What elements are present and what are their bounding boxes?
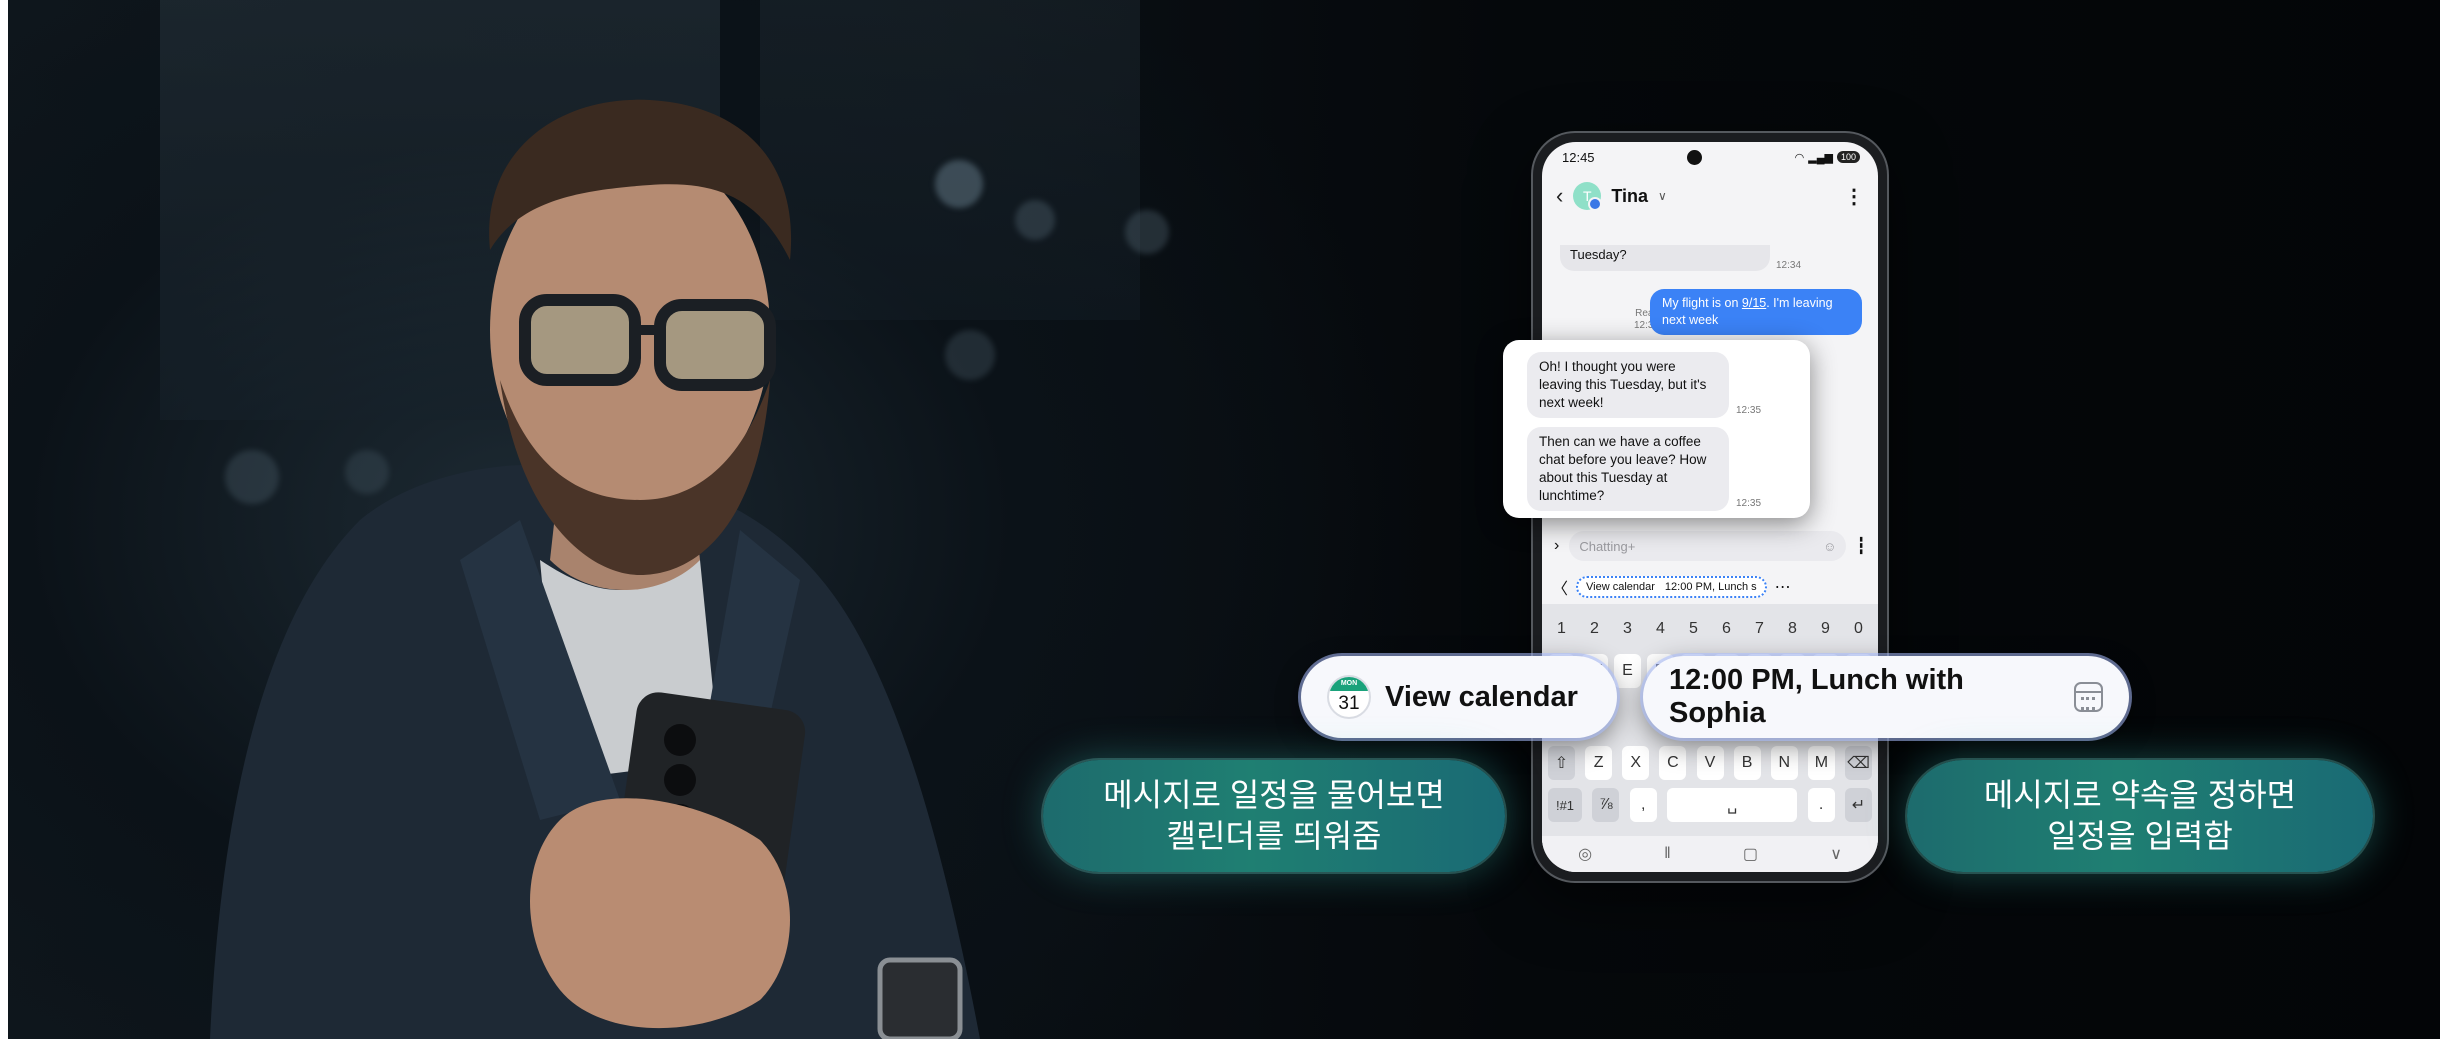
bottom-key-row: !#1 ⅞ , ␣ . ↵: [1548, 788, 1872, 822]
image-border: [0, 0, 8, 1039]
key[interactable]: B: [1733, 746, 1761, 780]
input-placeholder: Chatting+: [1579, 538, 1636, 554]
key[interactable]: 8: [1779, 612, 1806, 646]
mic-icon[interactable]: ◎: [1578, 844, 1592, 864]
recents-icon[interactable]: ‖: [1664, 845, 1671, 863]
expand-icon[interactable]: ›: [1554, 537, 1559, 555]
key[interactable]: 5: [1680, 612, 1707, 646]
caption-left: 메시지로 일정을 물어보면 캘린더를 띄워줌: [1043, 760, 1505, 872]
date-link[interactable]: 9/15: [1742, 296, 1766, 310]
compose-bar: › Chatting+ ☺ ┇: [1542, 528, 1878, 564]
more-options-icon[interactable]: ⋮: [1844, 184, 1864, 209]
hide-keyboard-icon[interactable]: ∨: [1830, 844, 1842, 864]
suggestion-chips: View calendar 12:00 PM, Lunch s: [1576, 576, 1767, 598]
backspace-key-icon[interactable]: ⌫: [1845, 746, 1872, 780]
status-icons: ◠ ▂▄▆ 100: [1795, 151, 1860, 164]
sticker-icon[interactable]: ☺: [1823, 539, 1836, 554]
key[interactable]: N: [1770, 746, 1798, 780]
key[interactable]: 4: [1647, 612, 1674, 646]
outgoing-message[interactable]: My flight is on 9/15. I'm leaving next w…: [1650, 289, 1862, 335]
chevron-down-icon[interactable]: ∨: [1658, 189, 1667, 203]
front-camera: [1687, 149, 1703, 165]
enter-key-icon[interactable]: ↵: [1844, 788, 1872, 822]
suggestion-event[interactable]: 12:00 PM, Lunch s: [1665, 581, 1757, 593]
key[interactable]: 3: [1614, 612, 1641, 646]
outgoing-text-prefix: My flight is on: [1662, 296, 1742, 310]
incoming-message[interactable]: Tuesday?: [1560, 245, 1770, 271]
message-input[interactable]: Chatting+ ☺: [1569, 531, 1847, 561]
incoming-message[interactable]: Then can we have a coffee chat before yo…: [1527, 427, 1729, 511]
caption-left-line2: 캘린더를 띄워줌: [1166, 818, 1382, 854]
shift-key-icon[interactable]: ⇧: [1548, 746, 1575, 780]
wifi-icon: ◠: [1794, 151, 1805, 164]
background-photo: [0, 0, 2440, 1039]
calendar-app-icon: MON 31: [1327, 675, 1371, 719]
key[interactable]: Z: [1585, 746, 1613, 780]
key[interactable]: 2: [1581, 612, 1608, 646]
key[interactable]: 7: [1746, 612, 1773, 646]
comma-key[interactable]: ,: [1629, 788, 1657, 822]
key[interactable]: E: [1614, 654, 1641, 688]
caption-left-line1: 메시지로 일정을 물어보면: [1103, 777, 1445, 813]
key[interactable]: C: [1659, 746, 1687, 780]
key[interactable]: 6: [1713, 612, 1740, 646]
more-suggestions-icon[interactable]: ⋯: [1775, 577, 1791, 597]
period-key[interactable]: .: [1807, 788, 1835, 822]
chat-header: ‹ T Tina ∨ ⋮: [1542, 172, 1878, 220]
calendar-badge-month: MON: [1329, 677, 1369, 691]
fraction-key[interactable]: ⅞: [1592, 788, 1620, 822]
space-key[interactable]: ␣: [1667, 788, 1798, 822]
man-with-phone-illustration: [210, 99, 980, 1039]
suggestion-view-calendar[interactable]: View calendar: [1586, 581, 1655, 593]
home-icon[interactable]: ▢: [1743, 844, 1758, 864]
key[interactable]: V: [1696, 746, 1724, 780]
calendar-badge-day: 31: [1338, 693, 1360, 714]
status-time: 12:45: [1562, 149, 1595, 165]
battery-icon: 100: [1836, 151, 1860, 163]
message-popup-card: Oh! I thought you were leaving this Tues…: [1503, 340, 1810, 518]
avatar[interactable]: T: [1573, 182, 1603, 211]
symbols-key[interactable]: !#1: [1548, 788, 1582, 822]
navigation-bar: ◎ ‖ ▢ ∨: [1542, 836, 1878, 872]
contact-name[interactable]: Tina: [1611, 186, 1648, 207]
suggestion-row: 〈 View calendar 12:00 PM, Lunch s ⋯: [1542, 570, 1878, 604]
caption-right: 메시지로 약속을 정하면 일정을 입력함: [1907, 760, 2373, 872]
message-time: 12:35: [1736, 405, 1762, 416]
number-row: 1 2 3 4 5 6 7 8 9 0: [1548, 612, 1872, 646]
status-bar: 12:45 ◠ ▂▄▆ 100: [1542, 142, 1878, 172]
key[interactable]: 9: [1812, 612, 1839, 646]
key[interactable]: M: [1807, 746, 1835, 780]
key[interactable]: X: [1622, 746, 1650, 780]
caption-right-line1: 메시지로 약속을 정하면: [1983, 777, 2297, 813]
message-time: 12:35: [1736, 498, 1762, 509]
signal-icon: ▂▄▆: [1808, 151, 1833, 164]
incoming-message[interactable]: Oh! I thought you were leaving this Tues…: [1527, 352, 1729, 418]
caption-right-line2: 일정을 입력함: [2047, 818, 2233, 854]
keyboard-toggle-icon[interactable]: 〈: [1552, 575, 1568, 599]
event-label: 12:00 PM, Lunch with Sophia: [1669, 664, 1964, 729]
letter-row: ⇧ Z X C V B N M ⌫: [1548, 746, 1872, 780]
view-calendar-label: View calendar: [1385, 680, 1578, 713]
view-calendar-chip[interactable]: MON 31 View calendar: [1301, 656, 1617, 738]
message-time: 12:34: [1776, 260, 1802, 271]
key[interactable]: 0: [1845, 612, 1872, 646]
key[interactable]: 1: [1548, 612, 1575, 646]
event-chip[interactable]: 12:00 PM, Lunch with Sophia: [1643, 656, 2129, 738]
calendar-icon: [2073, 682, 2103, 712]
voice-icon[interactable]: ┇: [1856, 536, 1866, 556]
back-arrow-icon[interactable]: ‹: [1556, 183, 1563, 209]
